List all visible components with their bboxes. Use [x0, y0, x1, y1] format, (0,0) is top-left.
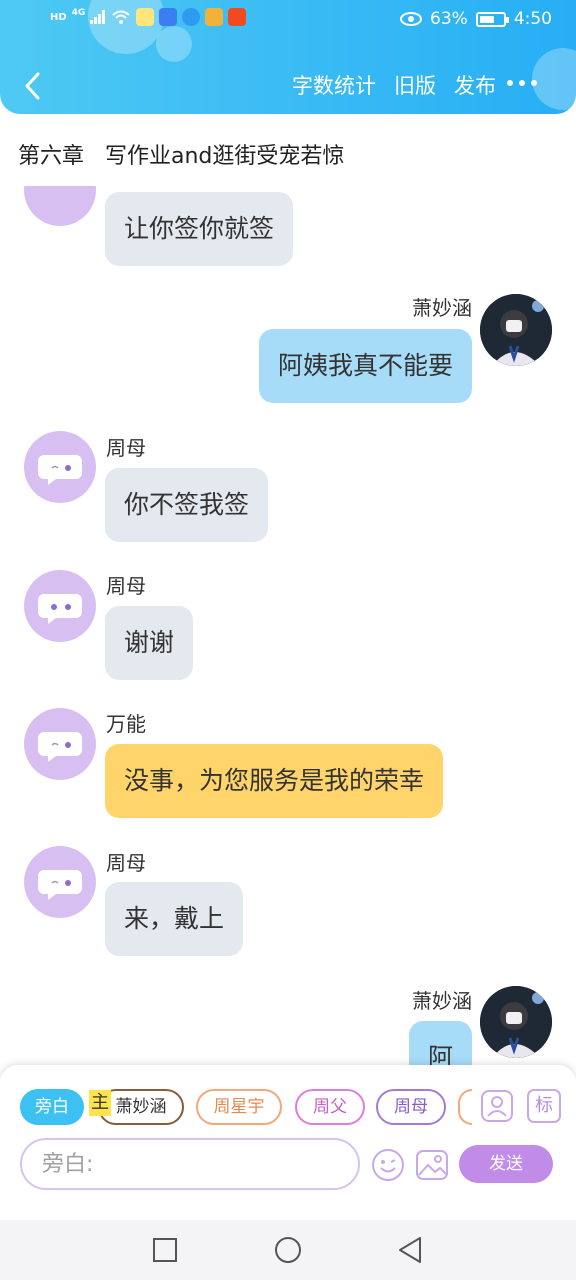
- more-dot: [519, 80, 525, 86]
- chat-bubble[interactable]: 让你签你就签: [105, 192, 294, 266]
- nav-actions: 字数统计 旧版 发布: [292, 70, 496, 100]
- nav-bar: 字数统计 旧版 发布: [0, 58, 576, 114]
- taobao-app-icon: [228, 8, 247, 26]
- app-notification-icon: [136, 8, 155, 26]
- speech-bubble-icon: [38, 594, 82, 624]
- battery-fill: [479, 15, 494, 23]
- clock: 4:50: [513, 9, 552, 29]
- game-app-icon: [205, 8, 224, 26]
- signal-icon: [90, 10, 106, 24]
- sender-name: 周母: [106, 574, 146, 598]
- sender-name: 萧妙涵: [412, 296, 472, 320]
- paw-app-icon: [159, 8, 178, 26]
- smiley-icon: [372, 1149, 404, 1181]
- chat-avatar[interactable]: [24, 708, 96, 780]
- sender-name: 萧妙涵: [412, 989, 472, 1013]
- send-button[interactable]: 发送: [459, 1145, 553, 1183]
- chat-bubble[interactable]: 没事，为您服务是我的荣幸: [105, 744, 444, 818]
- chat-bubble[interactable]: 来，戴上: [105, 882, 244, 956]
- input-panel: 旁白 萧妙涵 主 周星宇 周父 周母 标 发送: [0, 1065, 576, 1220]
- sender-name: 万能: [106, 712, 146, 736]
- sender-name: 周母: [106, 436, 146, 460]
- user-photo: [480, 294, 552, 366]
- 4g-badge: 4G: [71, 8, 86, 18]
- status-bar: HD 4G 63% 4:50: [0, 0, 576, 38]
- battery-icon: [475, 11, 509, 27]
- main-role-tag: 主: [89, 1090, 111, 1116]
- word-count-button[interactable]: 字数统计: [292, 70, 376, 100]
- top-header: HD 4G 63% 4:50 字数统计 旧版 发布: [0, 0, 576, 114]
- emoji-button[interactable]: [371, 1148, 405, 1182]
- speech-bubble-icon: [38, 870, 82, 900]
- chat-bubble[interactable]: 阿: [408, 1021, 472, 1066]
- more-dot: [507, 80, 513, 86]
- chat-avatar[interactable]: [24, 431, 96, 503]
- sender-name: 周母: [106, 851, 146, 875]
- more-button[interactable]: [502, 66, 542, 100]
- chat-avatar[interactable]: [24, 570, 96, 642]
- back-triangle-icon[interactable]: [396, 1235, 424, 1265]
- publish-button[interactable]: 发布: [454, 70, 496, 100]
- battery-percent: 63%: [430, 9, 468, 29]
- image-icon: [416, 1150, 448, 1180]
- user-avatar[interactable]: [480, 294, 552, 366]
- image-button[interactable]: [415, 1148, 449, 1182]
- wifi-icon: [112, 10, 130, 24]
- tag-button[interactable]: 标: [527, 1089, 561, 1123]
- chat-bubble[interactable]: 阿姨我真不能要: [258, 329, 472, 403]
- back-button[interactable]: [14, 64, 54, 104]
- speech-bubble-icon: [38, 732, 82, 762]
- home-icon[interactable]: [273, 1235, 303, 1265]
- role-chip-zhouxingyu[interactable]: 周星宇: [196, 1089, 282, 1125]
- person-card-icon: [481, 1090, 513, 1122]
- status-right: 63% 4:50: [400, 9, 552, 29]
- add-character-button[interactable]: [480, 1089, 514, 1123]
- role-chip-partial[interactable]: [458, 1089, 472, 1125]
- eye-icon: [400, 12, 423, 26]
- user-avatar[interactable]: [480, 986, 552, 1058]
- recent-apps-icon[interactable]: [152, 1237, 178, 1263]
- system-nav-bar: [0, 1220, 576, 1280]
- role-narration-chip[interactable]: 旁白: [20, 1089, 84, 1125]
- narration-input[interactable]: [20, 1138, 360, 1190]
- chat-area[interactable]: 让你签你就签 萧妙涵 阿姨我真不能要 周母 你不签我签 周母 谢谢 万能 没事，…: [0, 186, 576, 1066]
- chapter-title: 第六章 写作业and逛街受宠若惊: [18, 144, 345, 169]
- role-chip-zhoumu[interactable]: 周母: [376, 1089, 446, 1125]
- chevron-left-icon: [25, 72, 40, 100]
- chat-avatar[interactable]: [24, 846, 96, 918]
- chat-avatar[interactable]: [24, 186, 96, 226]
- hd-badge: HD: [50, 11, 67, 23]
- speech-bubble-icon: [38, 455, 82, 485]
- role-chip-zhoufu[interactable]: 周父: [295, 1089, 365, 1125]
- user-photo: [480, 986, 552, 1058]
- more-dot: [531, 80, 537, 86]
- status-left: HD 4G: [50, 8, 247, 26]
- chat-bubble[interactable]: 谢谢: [105, 606, 194, 680]
- chat-bubble[interactable]: 你不签我签: [105, 468, 269, 542]
- browser-app-icon: [182, 8, 201, 26]
- old-version-button[interactable]: 旧版: [394, 70, 436, 100]
